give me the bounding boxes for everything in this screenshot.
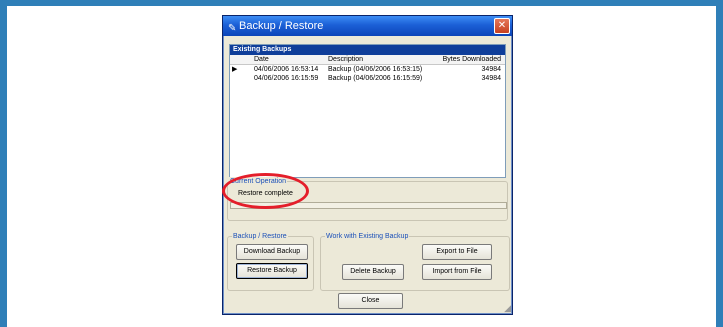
row-description: Backup (04/06/2006 16:15:59) — [328, 75, 423, 82]
work-with-existing-group-label: Work with Existing Backup — [325, 232, 410, 241]
column-header-description[interactable]: Description — [328, 55, 363, 64]
restore-backup-button[interactable]: Restore Backup — [236, 263, 308, 279]
delete-backup-button[interactable]: Delete Backup — [342, 264, 404, 280]
row-bytes: 34984 — [481, 75, 501, 82]
row-date: 04/06/2006 16:53:14 — [254, 66, 319, 73]
titlebar[interactable]: ✎ Backup / Restore ✕ — [223, 16, 512, 36]
table-row[interactable]: 04/06/2006 16:15:59 Backup (04/06/2006 1… — [230, 74, 505, 83]
column-header-date[interactable]: Date — [254, 55, 269, 64]
close-button[interactable]: Close — [338, 293, 403, 309]
column-header-bytes[interactable]: Bytes Downloaded — [443, 55, 501, 64]
window-title: Backup / Restore — [239, 20, 324, 32]
resize-grip-icon[interactable]: ◢ — [504, 304, 511, 313]
current-row-indicator-icon: ▶ — [232, 66, 238, 73]
grid-caption: Existing Backups — [230, 45, 505, 55]
highlight-ring — [222, 173, 309, 209]
export-to-file-button[interactable]: Export to File — [422, 244, 492, 260]
table-row[interactable]: ▶ 04/06/2006 16:53:14 Backup (04/06/2006… — [230, 65, 505, 74]
grid-header: Date Description Bytes Downloaded — [230, 55, 505, 65]
backup-restore-group-label: Backup / Restore — [232, 232, 288, 241]
pencil-icon: ✎ — [228, 23, 237, 34]
existing-backups-grid[interactable]: Existing Backups Date Description Bytes … — [229, 44, 506, 178]
close-window-button[interactable]: ✕ — [494, 18, 510, 34]
import-from-file-button[interactable]: Import from File — [422, 264, 492, 280]
row-description: Backup (04/06/2006 16:53:15) — [328, 66, 423, 73]
row-date: 04/06/2006 16:15:59 — [254, 75, 319, 82]
row-bytes: 34984 — [481, 66, 501, 73]
download-backup-button[interactable]: Download Backup — [236, 244, 308, 260]
